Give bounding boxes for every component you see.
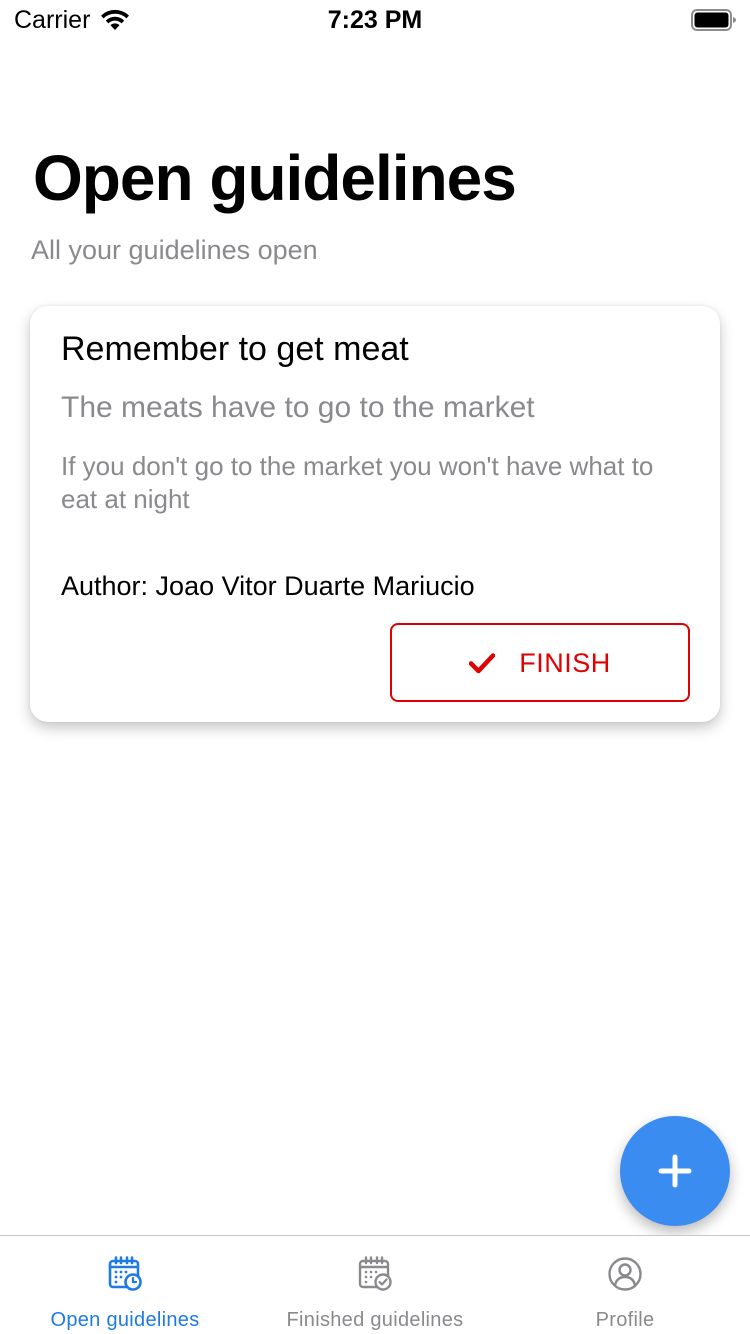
finish-button-label: FINISH — [519, 647, 611, 678]
tab-bar: Open guidelines Finished guidelines Prof… — [0, 1235, 750, 1334]
tab-profile[interactable]: Profile — [500, 1236, 750, 1334]
guideline-title: Remember to get meat — [61, 330, 409, 368]
finish-button[interactable]: FINISH — [390, 623, 690, 702]
battery-full-icon — [691, 8, 737, 32]
page-title: Open guidelines — [33, 142, 517, 214]
guideline-author: Author: Joao Vitor Duarte Mariucio — [61, 571, 475, 601]
tab-open-guidelines[interactable]: Open guidelines — [0, 1236, 250, 1334]
tab-label: Profile — [595, 1309, 655, 1331]
user-circle-icon — [607, 1256, 643, 1292]
screen: Carrier 7:23 PM Open guidelines All your… — [0, 0, 750, 1334]
tab-finished-guidelines[interactable]: Finished guidelines — [250, 1236, 500, 1334]
add-guideline-button[interactable] — [620, 1116, 730, 1226]
guideline-description: The meats have to go to the market — [61, 391, 535, 424]
clock-time: 7:23 PM — [327, 6, 423, 34]
calendar-check-icon — [357, 1256, 393, 1292]
status-bar: Carrier 7:23 PM — [0, 0, 750, 40]
checkmark-icon — [469, 652, 496, 674]
tab-label: Finished guidelines — [286, 1309, 464, 1331]
calendar-clock-icon — [107, 1256, 143, 1292]
page-subtitle: All your guidelines open — [31, 235, 318, 265]
guideline-card: Remember to get meat The meats have to g… — [30, 306, 720, 722]
plus-icon — [658, 1154, 692, 1188]
tab-label: Open guidelines — [50, 1309, 200, 1331]
guideline-details: If you don't go to the market you won't … — [61, 451, 654, 514]
